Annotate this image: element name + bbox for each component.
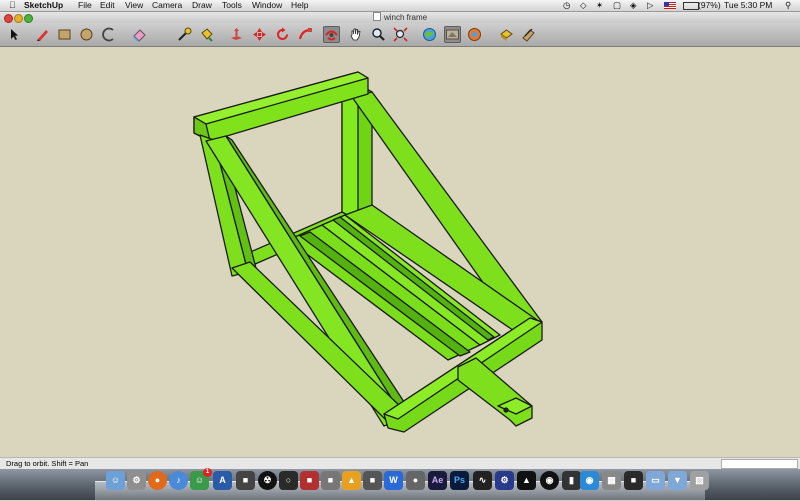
menu-draw[interactable]: Draw [192, 0, 212, 11]
vinyl-record-icon[interactable]: ◉ [540, 471, 559, 490]
activity-monitor-icon[interactable]: ∿ [473, 471, 492, 490]
styles-icon[interactable] [498, 26, 515, 43]
menu-window[interactable]: Window [252, 0, 282, 11]
photoshop-icon[interactable]: Ps [450, 471, 469, 490]
sync-icon[interactable]: ◇ [580, 0, 587, 11]
get-models-icon[interactable] [421, 26, 438, 43]
rotate-icon[interactable] [274, 26, 291, 43]
menu-app-name[interactable]: SketchUp [24, 0, 63, 11]
clock[interactable]: Tue 5:30 PM [724, 0, 772, 11]
window-title: winch frame [0, 12, 800, 23]
bluetooth-icon[interactable]: ✶ [596, 0, 603, 11]
shaft-hole [503, 407, 509, 413]
status-bar: Drag to orbit. Shift = Pan [0, 457, 800, 469]
sketchup-file-icon[interactable]: ■ [363, 471, 382, 490]
finder-icon[interactable]: ☺ [106, 471, 125, 490]
back-right-post-face [341, 83, 359, 228]
menu-help[interactable]: Help [291, 0, 308, 11]
dvd-player-icon[interactable]: ○ [279, 471, 298, 490]
battery-percent: (97%) [698, 0, 721, 10]
push-pull-icon[interactable] [228, 26, 245, 43]
spotlight-icon[interactable]: ⚲ [785, 0, 791, 11]
after-effects-icon[interactable]: Ae [428, 471, 447, 490]
firefox-icon[interactable]: ● [148, 471, 167, 490]
share-model-icon[interactable] [444, 26, 461, 43]
measurements-field[interactable] [721, 459, 798, 469]
safari-icon[interactable]: ◉ [580, 471, 599, 490]
app-store-icon[interactable]: A [213, 471, 232, 490]
menu-edit[interactable]: Edit [100, 0, 115, 11]
terminal-icon[interactable]: ■ [624, 471, 643, 490]
messages-icon[interactable]: ☺ 1 [190, 468, 212, 490]
zoom-icon[interactable] [370, 26, 387, 43]
pan-icon[interactable] [347, 26, 364, 43]
select-icon[interactable] [6, 26, 23, 43]
move-icon[interactable] [251, 26, 268, 43]
document-icon [372, 12, 381, 21]
apple-menu-icon[interactable]:  [9, 0, 16, 11]
trash-icon[interactable]: ▧ [690, 471, 709, 490]
dock-badge: 1 [203, 468, 212, 477]
orbit-icon[interactable] [323, 26, 340, 43]
us-flag-icon[interactable] [664, 2, 676, 9]
circle-icon[interactable] [78, 26, 95, 43]
volume-icon[interactable]: ▷ [647, 0, 654, 11]
zoom-extents-icon[interactable] [392, 26, 409, 43]
script-editor-icon[interactable]: ⚙ [495, 471, 514, 490]
arc-icon[interactable] [100, 26, 117, 43]
menu-file[interactable]: File [78, 0, 92, 11]
wifi-icon[interactable]: ◈ [630, 0, 637, 11]
winch-frame-model[interactable] [0, 47, 800, 457]
components-icon[interactable] [466, 26, 483, 43]
status-hint: Drag to orbit. Shift = Pan [6, 459, 89, 468]
photo-icon[interactable]: ■ [236, 471, 255, 490]
downloads-stack-icon[interactable]: ▼ [668, 471, 687, 490]
eraser-icon[interactable] [131, 26, 148, 43]
follow-me-icon[interactable] [297, 26, 314, 43]
menu-bar:  SketchUp File Edit View Camera Draw To… [0, 0, 800, 12]
word-icon[interactable]: W [384, 471, 403, 490]
documents-stack-icon[interactable]: ▭ [646, 471, 665, 490]
itunes-icon[interactable]: ♪ [169, 471, 188, 490]
menu-tools[interactable]: Tools [222, 0, 242, 11]
ipod-icon[interactable]: ▮ [562, 471, 581, 490]
rectangle-icon[interactable] [56, 26, 73, 43]
layers-icon[interactable] [520, 26, 537, 43]
time-machine-icon[interactable]: ◷ [563, 0, 570, 11]
battery-icon[interactable] [683, 2, 699, 10]
drawing-area[interactable] [0, 47, 800, 457]
system-preferences-icon[interactable]: ⚙ [127, 471, 146, 490]
display-icon[interactable]: ▢ [613, 0, 621, 11]
stamp-icon[interactable]: ■ [321, 471, 340, 490]
vlc-icon[interactable]: ▲ [342, 471, 361, 490]
menu-camera[interactable]: Camera [152, 0, 182, 11]
toolbar [0, 23, 800, 47]
radiation-icon[interactable]: ☢ [258, 471, 277, 490]
dock: ☺ ⚙ ● ♪ ☺ 1 A ■ ☢ ○ ■ ■ ▲ ■ W ● Ae Ps ∿ ⚙… [0, 468, 800, 501]
menu-view[interactable]: View [125, 0, 143, 11]
tape-measure-icon[interactable] [176, 26, 193, 43]
magician-hat-icon[interactable]: ▲ [517, 471, 536, 490]
system-utility-icon[interactable]: ▦ [602, 471, 621, 490]
window-title-bar: winch frame [0, 12, 800, 23]
paint-bucket-icon[interactable] [198, 26, 215, 43]
bottle-icon[interactable]: ● [406, 471, 425, 490]
pencil-icon[interactable] [34, 26, 51, 43]
window-title-text: winch frame [383, 13, 428, 22]
calendar-icon[interactable]: ■ [300, 471, 319, 490]
